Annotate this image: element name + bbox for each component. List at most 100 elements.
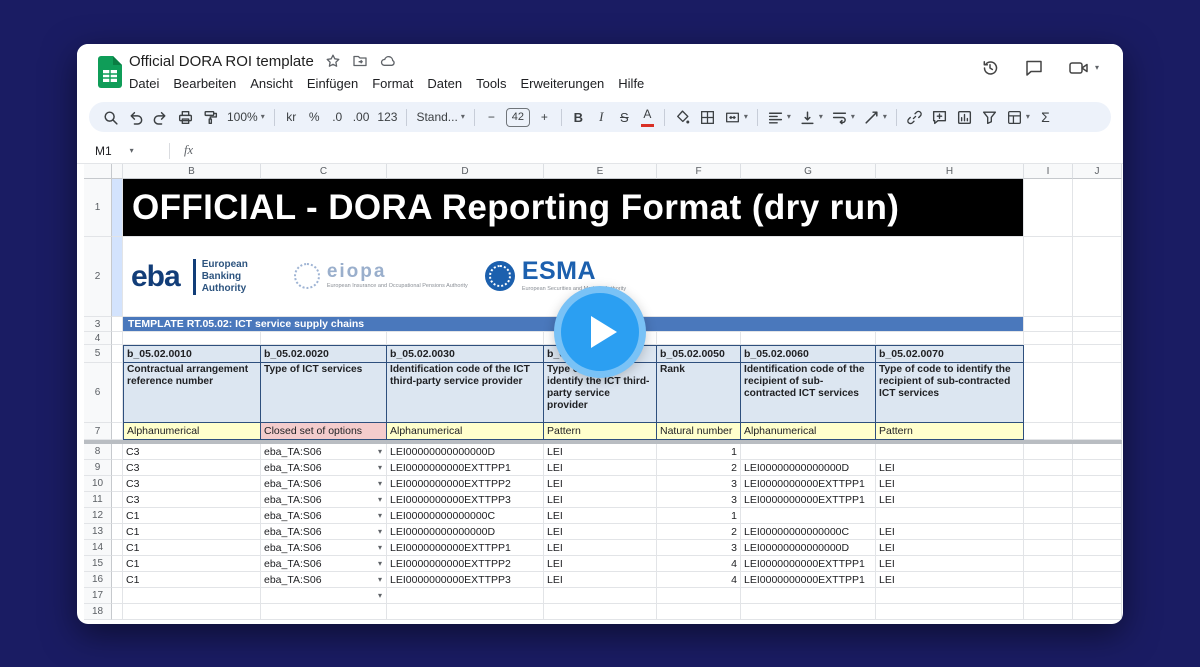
data-cell[interactable] [123, 588, 261, 604]
data-cell[interactable] [741, 604, 876, 620]
header-desc-cell[interactable]: Type of ICT services [261, 363, 387, 423]
data-cell[interactable] [876, 604, 1024, 620]
sheets-logo-icon[interactable] [98, 56, 122, 88]
row-number-18[interactable]: 18 [84, 604, 112, 620]
cell[interactable] [1024, 540, 1073, 556]
horizontal-align-icon[interactable]: ▾ [764, 105, 794, 129]
cell[interactable] [1073, 604, 1122, 620]
data-cell[interactable]: 1 [657, 508, 741, 524]
cell[interactable] [1024, 237, 1073, 317]
data-cell[interactable]: LEI [544, 476, 657, 492]
data-cell[interactable]: LEI [876, 572, 1024, 588]
field-type-cell[interactable]: Natural number [657, 423, 741, 440]
dropdown-arrow-icon[interactable]: ▾ [378, 591, 383, 600]
data-cell[interactable] [544, 604, 657, 620]
insert-comment-icon[interactable] [928, 105, 951, 129]
row-number-17[interactable]: 17 [84, 588, 112, 604]
text-color-button[interactable]: A [637, 105, 658, 129]
table-views-icon[interactable]: ▾ [1003, 105, 1033, 129]
increase-font-size-button[interactable]: + [534, 105, 555, 129]
cell-a17[interactable] [112, 588, 123, 604]
print-icon[interactable] [174, 105, 197, 129]
data-cell[interactable]: LEI [876, 556, 1024, 572]
data-cell[interactable]: LEI [544, 556, 657, 572]
functions-button[interactable]: Σ [1035, 105, 1056, 129]
cell-a8[interactable] [112, 444, 123, 460]
header-desc-cell[interactable]: Identification code of the ICT third-par… [387, 363, 544, 423]
decrease-font-size-button[interactable]: − [481, 105, 502, 129]
header-code-cell[interactable]: b_05.02.0020 [261, 345, 387, 363]
data-cell[interactable]: eba_TA:S06▾ [261, 524, 387, 540]
data-cell[interactable]: C1 [123, 572, 261, 588]
data-cell[interactable]: C1 [123, 508, 261, 524]
data-cell[interactable]: 3 [657, 492, 741, 508]
data-cell[interactable]: LEI [544, 460, 657, 476]
data-cell[interactable] [657, 604, 741, 620]
cell[interactable] [123, 332, 261, 345]
name-box[interactable]: M1 ▾ [77, 144, 169, 158]
data-cell[interactable]: LEI [544, 540, 657, 556]
row-number-1[interactable]: 1 [84, 179, 112, 237]
data-cell[interactable]: 2 [657, 460, 741, 476]
cell[interactable] [1024, 604, 1073, 620]
data-cell[interactable]: LEI0000000000EXTTPP2 [387, 556, 544, 572]
comments-icon[interactable] [1024, 58, 1044, 78]
row-number-3[interactable]: 3 [84, 317, 112, 332]
cell[interactable] [1024, 524, 1073, 540]
row-number-12[interactable]: 12 [84, 508, 112, 524]
menu-hilfe[interactable]: Hilfe [611, 74, 651, 93]
data-cell[interactable]: C1 [123, 540, 261, 556]
dropdown-arrow-icon[interactable]: ▾ [378, 447, 383, 456]
data-cell[interactable]: LEI [876, 476, 1024, 492]
data-cell[interactable]: LEI [876, 460, 1024, 476]
column-header-f[interactable]: F [657, 164, 741, 179]
cell[interactable] [387, 332, 544, 345]
field-type-cell[interactable]: Closed set of options [261, 423, 387, 440]
data-cell[interactable]: LEI [876, 540, 1024, 556]
star-icon[interactable] [325, 53, 341, 69]
cell-a14[interactable] [112, 540, 123, 556]
header-desc-cell[interactable]: Contractual arrangement reference number [123, 363, 261, 423]
row-number-9[interactable]: 9 [84, 460, 112, 476]
cell-a7[interactable] [112, 423, 123, 440]
data-cell[interactable]: LEI00000000000000C [741, 524, 876, 540]
cell[interactable] [1073, 460, 1122, 476]
field-type-cell[interactable]: Pattern [544, 423, 657, 440]
cell[interactable] [1073, 179, 1122, 237]
row-number-2[interactable]: 2 [84, 237, 112, 317]
dropdown-arrow-icon[interactable]: ▾ [378, 543, 383, 552]
increase-decimal-button[interactable]: .00 [350, 105, 373, 129]
data-cell[interactable]: eba_TA:S06▾ [261, 476, 387, 492]
header-code-cell[interactable]: b_05.02.0030 [387, 345, 544, 363]
data-cell[interactable]: C3 [123, 460, 261, 476]
data-cell[interactable]: C1 [123, 556, 261, 572]
data-cell[interactable]: LEI00000000000000D [741, 460, 876, 476]
dropdown-arrow-icon[interactable]: ▾ [378, 575, 383, 584]
column-header-i[interactable]: I [1024, 164, 1073, 179]
font-family-select[interactable]: Stand...▾ [413, 105, 467, 129]
data-cell[interactable] [876, 588, 1024, 604]
row-number-5[interactable]: 5 [84, 345, 112, 363]
font-size-input[interactable]: 42 [506, 108, 530, 127]
data-cell[interactable]: LEI0000000000EXTTPP1 [741, 556, 876, 572]
cell[interactable] [1073, 540, 1122, 556]
insert-chart-icon[interactable] [953, 105, 976, 129]
decrease-decimal-button[interactable]: .0 [327, 105, 348, 129]
menu-daten[interactable]: Daten [420, 74, 469, 93]
data-cell[interactable]: eba_TA:S06▾ [261, 572, 387, 588]
row-number-8[interactable]: 8 [84, 444, 112, 460]
row-number-6[interactable]: 6 [84, 363, 112, 423]
data-cell[interactable]: LEI0000000000EXTTPP1 [741, 572, 876, 588]
dropdown-arrow-icon[interactable]: ▾ [378, 527, 383, 536]
column-header-g[interactable]: G [741, 164, 876, 179]
data-cell[interactable]: LEI0000000000EXTTPP3 [387, 572, 544, 588]
cell-a13[interactable] [112, 524, 123, 540]
data-cell[interactable]: LEI [544, 572, 657, 588]
cell-a4[interactable] [112, 332, 123, 345]
meet-button[interactable]: ▾ [1068, 58, 1099, 78]
data-cell[interactable]: LEI0000000000EXTTPP1 [387, 460, 544, 476]
cell[interactable] [1073, 572, 1122, 588]
data-cell[interactable]: C3 [123, 492, 261, 508]
row-number-15[interactable]: 15 [84, 556, 112, 572]
data-cell[interactable]: LEI00000000000000D [387, 524, 544, 540]
